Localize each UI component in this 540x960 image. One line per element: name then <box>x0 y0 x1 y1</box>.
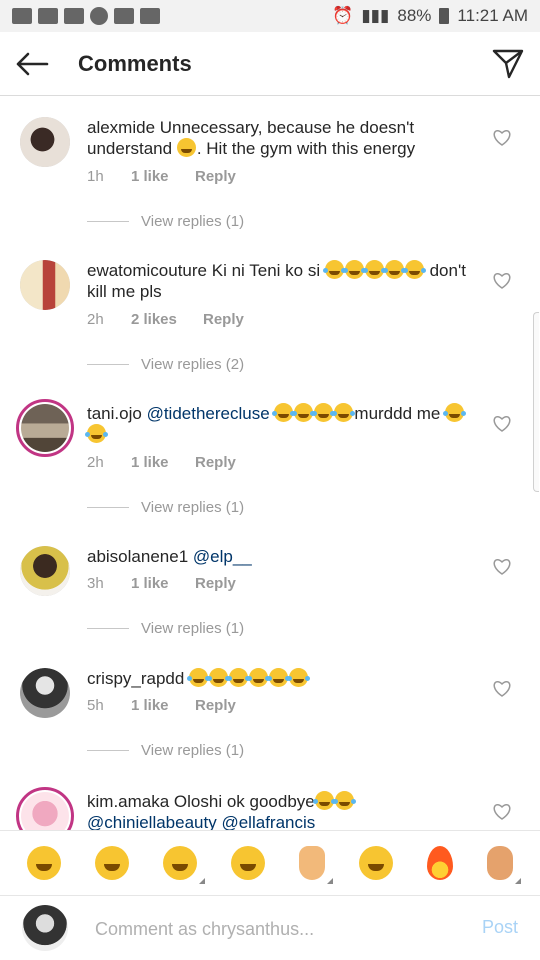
view-replies[interactable]: View replies (1) <box>87 620 244 637</box>
mail-icon <box>12 8 32 24</box>
signal-icon: ▮▮▮ <box>361 6 390 25</box>
comment-username[interactable]: tani.ojo <box>87 404 142 423</box>
reply-button[interactable]: Reply <box>195 575 236 592</box>
avatar[interactable] <box>16 399 74 457</box>
woozy-emoji-button[interactable] <box>359 845 393 880</box>
reply-button[interactable]: Reply <box>195 697 236 714</box>
likes-count[interactable]: 1 like <box>131 697 195 714</box>
alarm-icon: ⏰ <box>332 6 354 25</box>
emoji-quick-bar <box>0 830 540 894</box>
raised-hands-emoji-button[interactable] <box>163 845 205 884</box>
app-bar: Comments <box>0 32 540 96</box>
view-replies[interactable]: View replies (1) <box>87 213 244 230</box>
raised-hand-emoji-button[interactable] <box>299 845 333 884</box>
share-button[interactable] <box>476 32 540 96</box>
avatar[interactable] <box>20 260 70 310</box>
comments-list[interactable]: alexmide Unnecessary, because he doesn't… <box>0 97 540 830</box>
avatar[interactable] <box>20 117 70 167</box>
arrow-left-icon <box>16 52 49 75</box>
emoji <box>176 138 196 157</box>
comment-meta: 1h 1 like Reply <box>87 168 236 185</box>
avatar[interactable] <box>16 787 74 830</box>
comment-meta: 2h 1 like Reply <box>87 454 236 471</box>
mention-link[interactable]: @tidetherecluse <box>147 404 270 423</box>
comment-time: 3h <box>87 575 104 592</box>
mention-link[interactable]: @chiniellabeauty <box>87 813 217 830</box>
divider <box>87 750 129 751</box>
tears-of-joy-emoji-button[interactable] <box>27 845 61 880</box>
comment-input[interactable] <box>95 916 455 942</box>
comment-text: alexmide Unnecessary, because he doesn't… <box>87 118 416 158</box>
back-button[interactable] <box>0 32 64 96</box>
comment-time: 2h <box>87 454 104 471</box>
mention-link[interactable]: @elp__ <box>193 547 252 566</box>
comment-time: 5h <box>87 697 104 714</box>
status-bar: ⏰ ▮▮▮ 88% 11:21 AM <box>0 0 540 32</box>
comment-composer: Post <box>0 895 540 960</box>
divider <box>87 364 129 365</box>
fire-emoji-button[interactable] <box>427 845 453 880</box>
comment-text: kim.amaka Oloshi ok goodbye @chiniellabe… <box>87 791 477 830</box>
comment-text: tani.ojo @tidetherecluse murddd me <box>85 403 477 445</box>
likes-count[interactable]: 1 like <box>131 575 195 592</box>
page-title: Comments <box>78 50 192 76</box>
comment-username[interactable]: kim.amaka <box>87 792 169 811</box>
like-heart-icon[interactable] <box>493 129 513 149</box>
whatsapp-icon <box>90 7 108 25</box>
like-heart-icon[interactable] <box>493 680 513 700</box>
mail-icon <box>38 8 58 24</box>
battery-icon <box>439 8 450 24</box>
mention-link[interactable]: @ellafrancis <box>221 813 315 830</box>
like-heart-icon[interactable] <box>493 803 513 823</box>
clock: 11:21 AM <box>457 6 528 25</box>
email-icon <box>140 8 160 24</box>
ok-hand-emoji-button[interactable] <box>487 845 521 884</box>
comment-username[interactable]: abisolanene1 <box>87 547 188 566</box>
image-icon <box>114 8 134 24</box>
rolling-laughing-emoji-button[interactable] <box>95 845 129 880</box>
battery-percent: 88% <box>397 6 432 25</box>
reply-button[interactable]: Reply <box>195 168 236 185</box>
like-heart-icon[interactable] <box>493 272 513 292</box>
comment-time: 1h <box>87 168 104 185</box>
paper-plane-icon <box>492 49 524 78</box>
like-heart-icon[interactable] <box>493 558 513 578</box>
comment-text: abisolanene1 @elp__ <box>87 546 477 567</box>
comment-meta: 2h 2 likes Reply <box>87 311 244 328</box>
comment-username[interactable]: ewatomicouture <box>87 261 207 280</box>
comment-meta: 5h 1 like Reply <box>87 697 236 714</box>
comment-text: crispy_rapdd <box>87 668 477 689</box>
avatar[interactable] <box>20 668 70 718</box>
divider <box>87 507 129 508</box>
grinning-emoji-button[interactable] <box>231 845 265 880</box>
comment-username[interactable]: alexmide <box>87 118 155 137</box>
current-user-avatar <box>22 905 68 951</box>
likes-count[interactable]: 1 like <box>131 168 195 185</box>
reply-button[interactable]: Reply <box>203 311 244 328</box>
comment-text: ewatomicouture Ki ni Teni ko si don't ki… <box>87 260 466 301</box>
likes-count[interactable]: 2 likes <box>131 311 203 328</box>
divider <box>87 628 129 629</box>
comment-meta: 3h 1 like Reply <box>87 575 236 592</box>
avatar[interactable] <box>20 546 70 596</box>
view-replies[interactable]: View replies (2) <box>87 356 244 373</box>
comment-time: 2h <box>87 311 104 328</box>
reply-button[interactable]: Reply <box>195 454 236 471</box>
system-status: ⏰ ▮▮▮ 88% 11:21 AM <box>332 6 528 26</box>
divider <box>87 221 129 222</box>
view-replies[interactable]: View replies (1) <box>87 742 244 759</box>
like-heart-icon[interactable] <box>493 415 513 435</box>
notification-icons <box>12 7 160 25</box>
scrollbar[interactable] <box>533 312 539 492</box>
likes-count[interactable]: 1 like <box>131 454 195 471</box>
view-replies[interactable]: View replies (1) <box>87 499 244 516</box>
photo-icon <box>64 8 84 24</box>
post-button[interactable]: Post <box>482 917 518 938</box>
comment-username[interactable]: crispy_rapdd <box>87 669 184 688</box>
